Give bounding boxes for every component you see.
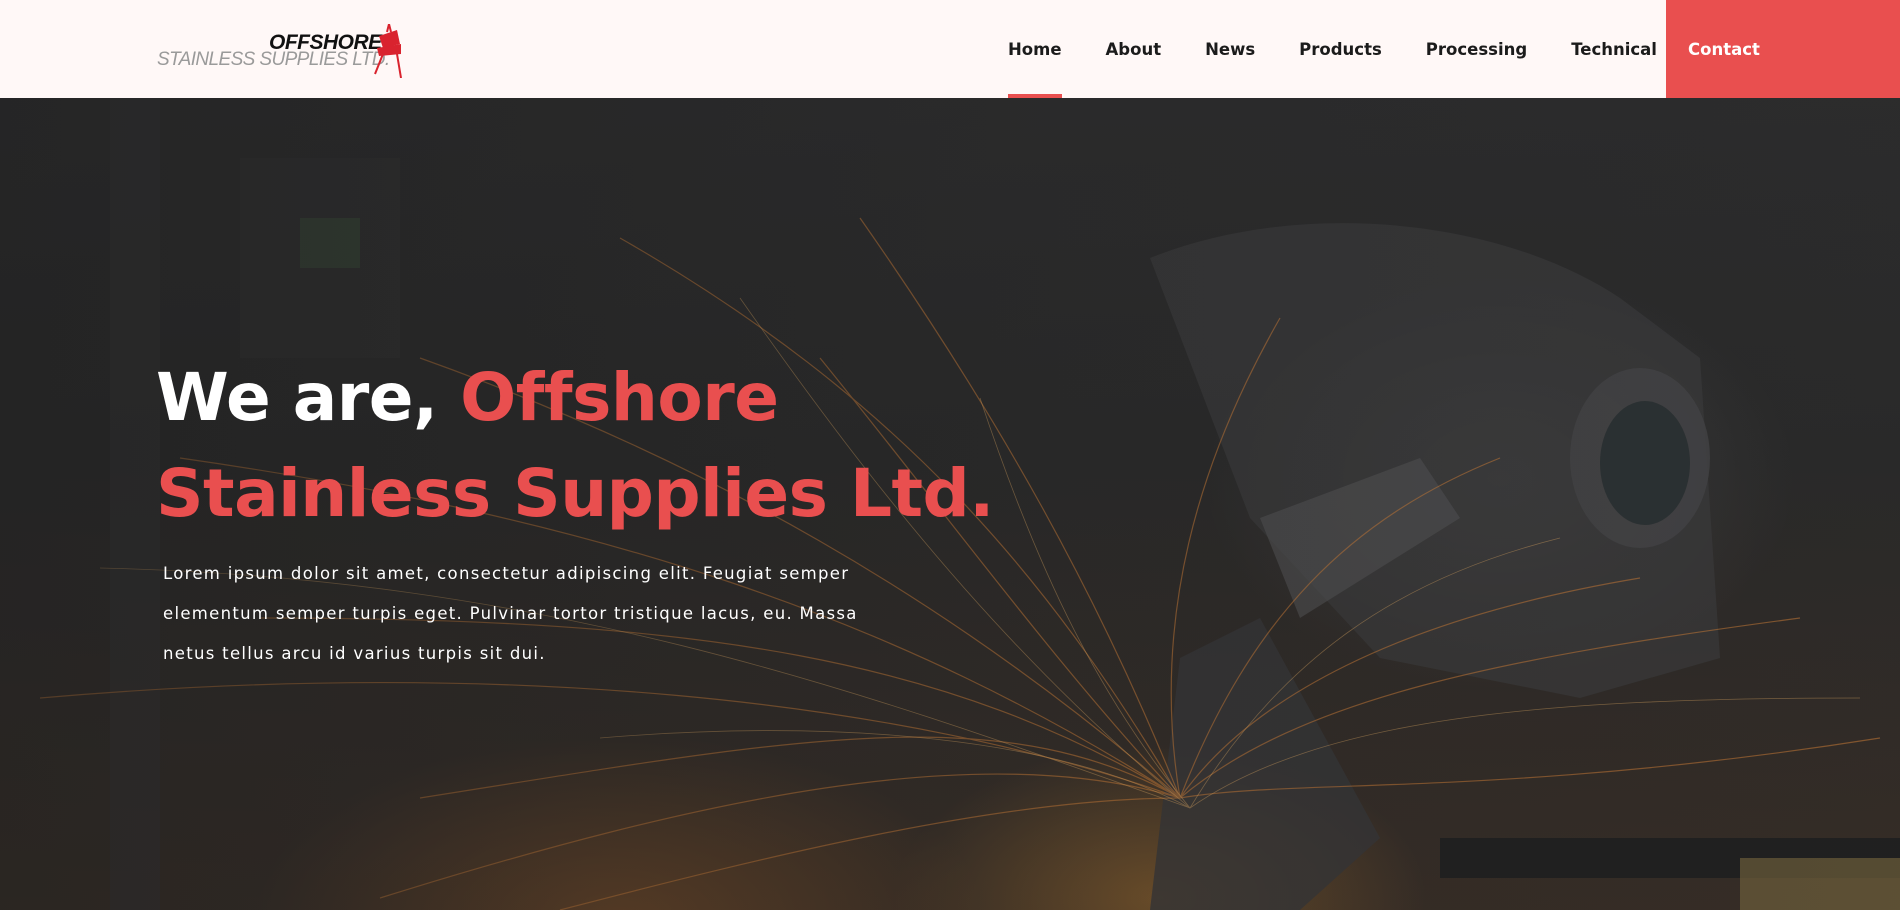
site-header: OFFSHORE STAINLESS SUPPLIES LTD. Home Ab… [0, 0, 1900, 98]
nav-item-news[interactable]: News [1205, 0, 1255, 98]
hero-title-accent-1: Offshore [460, 359, 779, 436]
site-logo[interactable]: OFFSHORE STAINLESS SUPPLIES LTD. [157, 24, 407, 80]
hero-title: We are, Offshore Stainless Supplies Ltd. [156, 350, 1156, 542]
nav-item-processing[interactable]: Processing [1426, 0, 1527, 98]
hero-title-white: We are, [156, 359, 461, 436]
nav-item-home[interactable]: Home [1008, 0, 1062, 98]
main-nav: Home About News Products Processing Tech… [1008, 0, 1657, 98]
contact-button[interactable]: Contact [1666, 0, 1900, 98]
page: OFFSHORE STAINLESS SUPPLIES LTD. Home Ab… [0, 0, 1900, 910]
nav-item-technical[interactable]: Technical [1571, 0, 1657, 98]
hoist-crane-icon [374, 24, 402, 78]
nav-item-about[interactable]: About [1106, 0, 1162, 98]
hero-description: Lorem ipsum dolor sit amet, consectetur … [163, 564, 858, 663]
hero-title-accent-2: Stainless Supplies Ltd. [156, 455, 994, 532]
hero-section: We are, Offshore Stainless Supplies Ltd. … [0, 98, 1900, 910]
logo-name-bottom: STAINLESS SUPPLIES LTD. [157, 49, 390, 70]
nav-item-products[interactable]: Products [1299, 0, 1382, 98]
